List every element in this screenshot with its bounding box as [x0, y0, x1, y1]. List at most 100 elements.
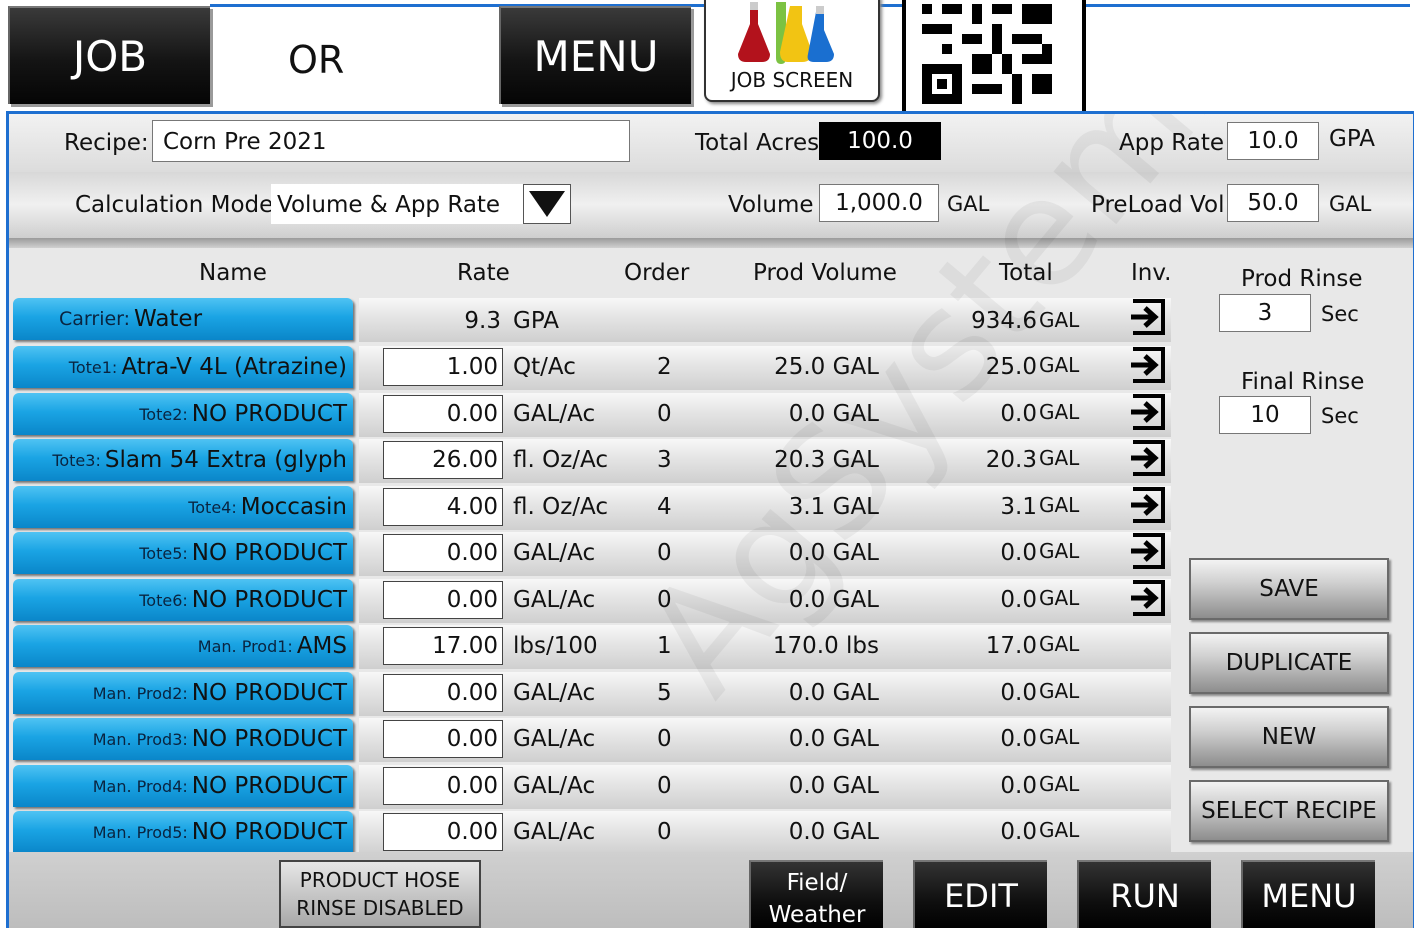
- total-unit: GAL: [1039, 632, 1080, 656]
- rate-input[interactable]: 0.00: [383, 674, 503, 712]
- prod-volume-value: 20.3 GAL: [774, 447, 879, 473]
- rate-unit: Qt/Ac: [513, 354, 576, 380]
- total-value: 0.0: [1000, 680, 1037, 706]
- product-name-button[interactable]: Man. Prod1: AMS: [13, 625, 353, 667]
- product-prefix: Tote3:: [52, 450, 101, 470]
- menu-top-button[interactable]: MENU: [499, 6, 691, 104]
- col-header-name: Name: [199, 260, 267, 286]
- rate-input[interactable]: 26.00: [383, 441, 503, 479]
- order-value: 0: [657, 819, 672, 845]
- app-rate-field[interactable]: 10.0: [1227, 122, 1319, 160]
- new-button[interactable]: NEW: [1189, 706, 1389, 768]
- job-button[interactable]: JOB: [8, 6, 210, 104]
- save-button[interactable]: SAVE: [1189, 558, 1389, 620]
- total-value: 0.0: [1000, 773, 1037, 799]
- product-name-button[interactable]: Tote6: NO PRODUCT: [13, 579, 353, 621]
- prod-volume-value: 0.0 GAL: [788, 587, 879, 613]
- product-prefix: Tote1:: [68, 357, 118, 377]
- preload-vol-unit: GAL: [1329, 192, 1372, 216]
- preload-vol-field[interactable]: 50.0: [1227, 184, 1319, 222]
- product-name: Moccasin: [240, 494, 347, 520]
- rate-unit: GAL/Ac: [513, 540, 596, 566]
- header-separator: [9, 238, 1413, 248]
- inventory-arrow-icon[interactable]: [1129, 439, 1167, 477]
- product-name-button[interactable]: Man. Prod2: NO PRODUCT: [13, 672, 353, 714]
- product-name: NO PRODUCT: [191, 819, 347, 845]
- rate-input[interactable]: 0.00: [383, 581, 503, 619]
- order-value: 2: [657, 354, 672, 380]
- rate-value: 26.00: [432, 447, 498, 473]
- rate-input[interactable]: 0.00: [383, 720, 503, 758]
- calc-mode-value: Volume & App Rate: [277, 192, 501, 218]
- product-name-button[interactable]: Tote2: NO PRODUCT: [13, 393, 353, 435]
- total-unit: GAL: [1039, 400, 1080, 424]
- prod-volume-value: 3.1 GAL: [788, 494, 879, 520]
- recipe-name-field[interactable]: Corn Pre 2021: [152, 120, 630, 162]
- rate-value: 1.00: [446, 354, 498, 380]
- rate-unit: GAL/Ac: [513, 773, 596, 799]
- prod-rinse-field[interactable]: 3: [1219, 294, 1311, 332]
- run-button[interactable]: RUN: [1077, 860, 1211, 928]
- duplicate-button[interactable]: DUPLICATE: [1189, 632, 1389, 694]
- field-weather-button[interactable]: Field/ Weather: [749, 860, 883, 928]
- product-name: NO PRODUCT: [191, 680, 347, 706]
- calc-mode-dropdown-arrow[interactable]: [523, 184, 571, 224]
- final-rinse-field[interactable]: 10: [1219, 396, 1311, 434]
- product-prefix: Tote5:: [139, 543, 188, 563]
- qr-pattern: [922, 4, 1052, 104]
- rate-input[interactable]: 1.00: [383, 348, 503, 386]
- hose-line-2: RINSE DISABLED: [296, 896, 464, 920]
- prod-volume-value: 25.0 GAL: [774, 354, 879, 380]
- inventory-arrow-icon[interactable]: [1129, 298, 1167, 336]
- volume-value: 1,000.0: [835, 190, 923, 216]
- product-name-button[interactable]: Man. Prod3: NO PRODUCT: [13, 718, 353, 760]
- product-name: NO PRODUCT: [191, 401, 347, 427]
- prod-rinse-unit: Sec: [1321, 302, 1359, 326]
- product-name-button[interactable]: Man. Prod5: NO PRODUCT: [13, 811, 353, 853]
- rate-input[interactable]: 0.00: [383, 813, 503, 851]
- product-prefix: Man. Prod3:: [92, 729, 188, 749]
- product-name-button[interactable]: Man. Prod4: NO PRODUCT: [13, 765, 353, 807]
- carrier-name-button[interactable]: Carrier: Water: [13, 298, 353, 340]
- rate-input[interactable]: 4.00: [383, 488, 503, 526]
- rate-input[interactable]: 17.00: [383, 627, 503, 665]
- edit-button[interactable]: EDIT: [913, 860, 1047, 928]
- inventory-arrow-icon[interactable]: [1129, 579, 1167, 617]
- menu-bottom-button[interactable]: MENU: [1241, 860, 1375, 928]
- calc-mode-dropdown[interactable]: Volume & App Rate: [271, 184, 523, 224]
- product-name-button[interactable]: Tote1: Atra-V 4L (Atrazine): [13, 346, 353, 388]
- volume-field[interactable]: 1,000.0: [819, 184, 939, 222]
- new-button-label: NEW: [1261, 724, 1317, 750]
- product-name-button[interactable]: Tote4: Moccasin: [13, 486, 353, 528]
- total-value: 25.0: [985, 354, 1037, 380]
- col-header-rate: Rate: [457, 260, 510, 286]
- job-screen-button[interactable]: JOB SCREEN: [704, 0, 880, 102]
- inventory-arrow-icon[interactable]: [1129, 486, 1167, 524]
- product-name-button[interactable]: Tote5: NO PRODUCT: [13, 532, 353, 574]
- product-name: Atra-V 4L (Atrazine): [121, 354, 347, 380]
- recipe-name-value: Corn Pre 2021: [163, 129, 327, 155]
- select-recipe-button[interactable]: SELECT RECIPE: [1189, 780, 1389, 842]
- hose-line-1: PRODUCT HOSE: [299, 868, 461, 892]
- inventory-arrow-icon[interactable]: [1129, 393, 1167, 431]
- field-weather-line-2: Weather: [768, 902, 866, 928]
- calc-mode-label: Calculation Mode: [75, 192, 274, 218]
- order-value: 4: [657, 494, 672, 520]
- order-value: 0: [657, 540, 672, 566]
- total-acres-field[interactable]: 100.0: [819, 122, 941, 160]
- job-button-label: JOB: [72, 31, 148, 81]
- product-name-button[interactable]: Tote3: Slam 54 Extra (glyph: [13, 439, 353, 481]
- total-unit: GAL: [1039, 446, 1080, 470]
- rate-input[interactable]: 0.00: [383, 534, 503, 572]
- product-hose-rinse-button[interactable]: PRODUCT HOSE RINSE DISABLED: [279, 860, 481, 928]
- rate-input[interactable]: 0.00: [383, 395, 503, 433]
- product-prefix: Man. Prod1:: [197, 636, 293, 656]
- rate-input[interactable]: 0.00: [383, 767, 503, 805]
- order-value: 1: [657, 633, 672, 659]
- product-prefix: Tote2:: [139, 404, 188, 424]
- qr-code-icon[interactable]: [902, 0, 1086, 120]
- duplicate-button-label: DUPLICATE: [1225, 650, 1353, 676]
- inventory-arrow-icon[interactable]: [1129, 532, 1167, 570]
- inventory-arrow-icon[interactable]: [1129, 346, 1167, 384]
- volume-label: Volume: [728, 192, 814, 218]
